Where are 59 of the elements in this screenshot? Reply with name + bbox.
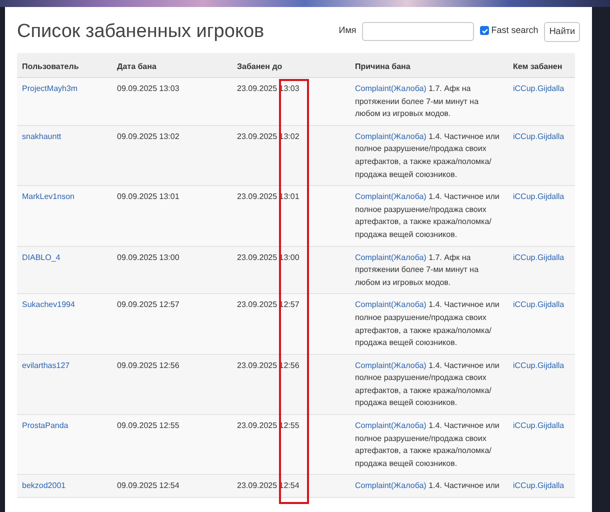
user-link[interactable]: snakhauntt (22, 132, 62, 141)
column-header: Причина бана (355, 62, 410, 71)
complaint-link[interactable]: Complaint(Жалоба) (355, 300, 426, 310)
complaint-link[interactable]: Complaint(Жалоба) (355, 421, 426, 430)
fast-search-checkbox[interactable] (480, 26, 490, 36)
moderator-link[interactable]: iCCup.Gijdalla (513, 84, 564, 93)
ban-until-cell: 23.09.2025 13:02 (237, 132, 300, 141)
ban-until-cell: 23.09.2025 12:54 (237, 481, 300, 490)
column-header: Забанен до (237, 62, 282, 71)
moderator-link[interactable]: iCCup.Gijdalla (513, 252, 564, 262)
ban-until-cell: 23.09.2025 12:57 (237, 300, 300, 310)
ban-reason-text: Complaint(Жалоба) 1.4. Частичное или полное разрушение/продажа своих артефактов, а также кража/поломка/ продажа вещей союзников. (355, 300, 500, 348)
ban-date-cell: 09.09.2025 13:01 (117, 192, 180, 202)
complaint-link[interactable]: Complaint(Жалоба) (355, 481, 426, 490)
user-link[interactable]: bekzod2001 (22, 481, 66, 490)
page-title: Список забаненных игроков (17, 20, 264, 44)
ban-date-cell: 09.09.2025 12:55 (117, 421, 180, 430)
complaint-link[interactable]: Complaint(Жалоба) (355, 252, 426, 262)
moderator-link[interactable]: iCCup.Gijdalla (513, 300, 564, 310)
ban-date-cell: 09.09.2025 13:02 (117, 132, 180, 141)
ban-reason-text: Complaint(Жалоба) 1.7. Афк на протяжении более 7-ми минут на любом из игровых модов. (355, 252, 479, 287)
complaint-link[interactable]: Complaint(Жалоба) (355, 192, 426, 202)
ban-reason-text: Complaint(Жалоба) 1.4. Частичное или полное разрушение/продажа своих артефактов, а также кража/поломка/ продажа вещей союзников. (355, 360, 500, 408)
moderator-link[interactable]: iCCup.Gijdalla (513, 481, 564, 490)
fast-search-label: Fast search (491, 24, 538, 37)
user-link[interactable]: DIABLO_4 (22, 252, 60, 262)
complaint-link[interactable]: Complaint(Жалоба) (355, 132, 426, 141)
complaint-link[interactable]: Complaint(Жалоба) (355, 360, 426, 370)
ban-reason-text: Complaint(Жалоба) 1.4. Частичное или полное разрушение/продажа своих артефактов, а также кража/поломка/ продажа вещей союзников. (355, 421, 500, 468)
user-link[interactable]: Sukachev1994 (22, 300, 75, 310)
ban-reason-text: Complaint(Жалоба) 1.4. Частичное или (355, 481, 500, 490)
user-link[interactable]: ProjectMayh3m (22, 84, 78, 93)
column-header: Пользователь (22, 62, 79, 71)
ban-date-cell: 09.09.2025 12:56 (117, 360, 180, 370)
ban-reason-text: Complaint(Жалоба) 1.4. Частичное или полное разрушение/продажа своих артефактов, а также кража/поломка/ продажа вещей союзников. (355, 192, 500, 239)
ban-until-cell: 23.09.2025 13:01 (237, 192, 300, 202)
ban-date-cell: 09.09.2025 13:03 (117, 84, 180, 93)
moderator-link[interactable]: iCCup.Gijdalla (513, 360, 564, 370)
moderator-link[interactable]: iCCup.Gijdalla (513, 132, 564, 141)
ban-date-cell: 09.09.2025 13:00 (117, 252, 180, 262)
ban-reason-text: Complaint(Жалоба) 1.7. Афк на протяжении более 7-ми минут на любом из игровых модов. (355, 84, 479, 118)
column-header: Дата бана (117, 62, 156, 71)
moderator-link[interactable]: iCCup.Gijdalla (513, 192, 564, 202)
moderator-link[interactable]: iCCup.Gijdalla (513, 421, 564, 430)
ban-date-cell: 09.09.2025 12:54 (117, 481, 180, 490)
ban-until-cell: 23.09.2025 12:56 (237, 360, 300, 370)
complaint-link[interactable]: Complaint(Жалоба) (355, 84, 426, 93)
column-header: Кем забанен (513, 62, 562, 71)
ban-date-cell: 09.09.2025 12:57 (117, 300, 180, 310)
search-button[interactable]: Найти (544, 22, 580, 42)
ban-until-cell: 23.09.2025 13:03 (237, 84, 300, 93)
name-input-field[interactable] (362, 22, 474, 41)
ban-until-cell: 23.09.2025 12:55 (237, 421, 300, 430)
ban-reason-text: Complaint(Жалоба) 1.4. Частичное или полное разрушение/продажа своих артефактов, а также кража/поломка/ продажа вещей союзников. (355, 132, 500, 179)
user-link[interactable]: evilarthas127 (22, 360, 70, 370)
user-link[interactable]: MarkLev1nson (22, 192, 74, 202)
name-label: Имя (338, 24, 356, 37)
ban-until-cell: 23.09.2025 13:00 (237, 252, 300, 262)
user-link[interactable]: ProstaPanda (22, 421, 68, 430)
